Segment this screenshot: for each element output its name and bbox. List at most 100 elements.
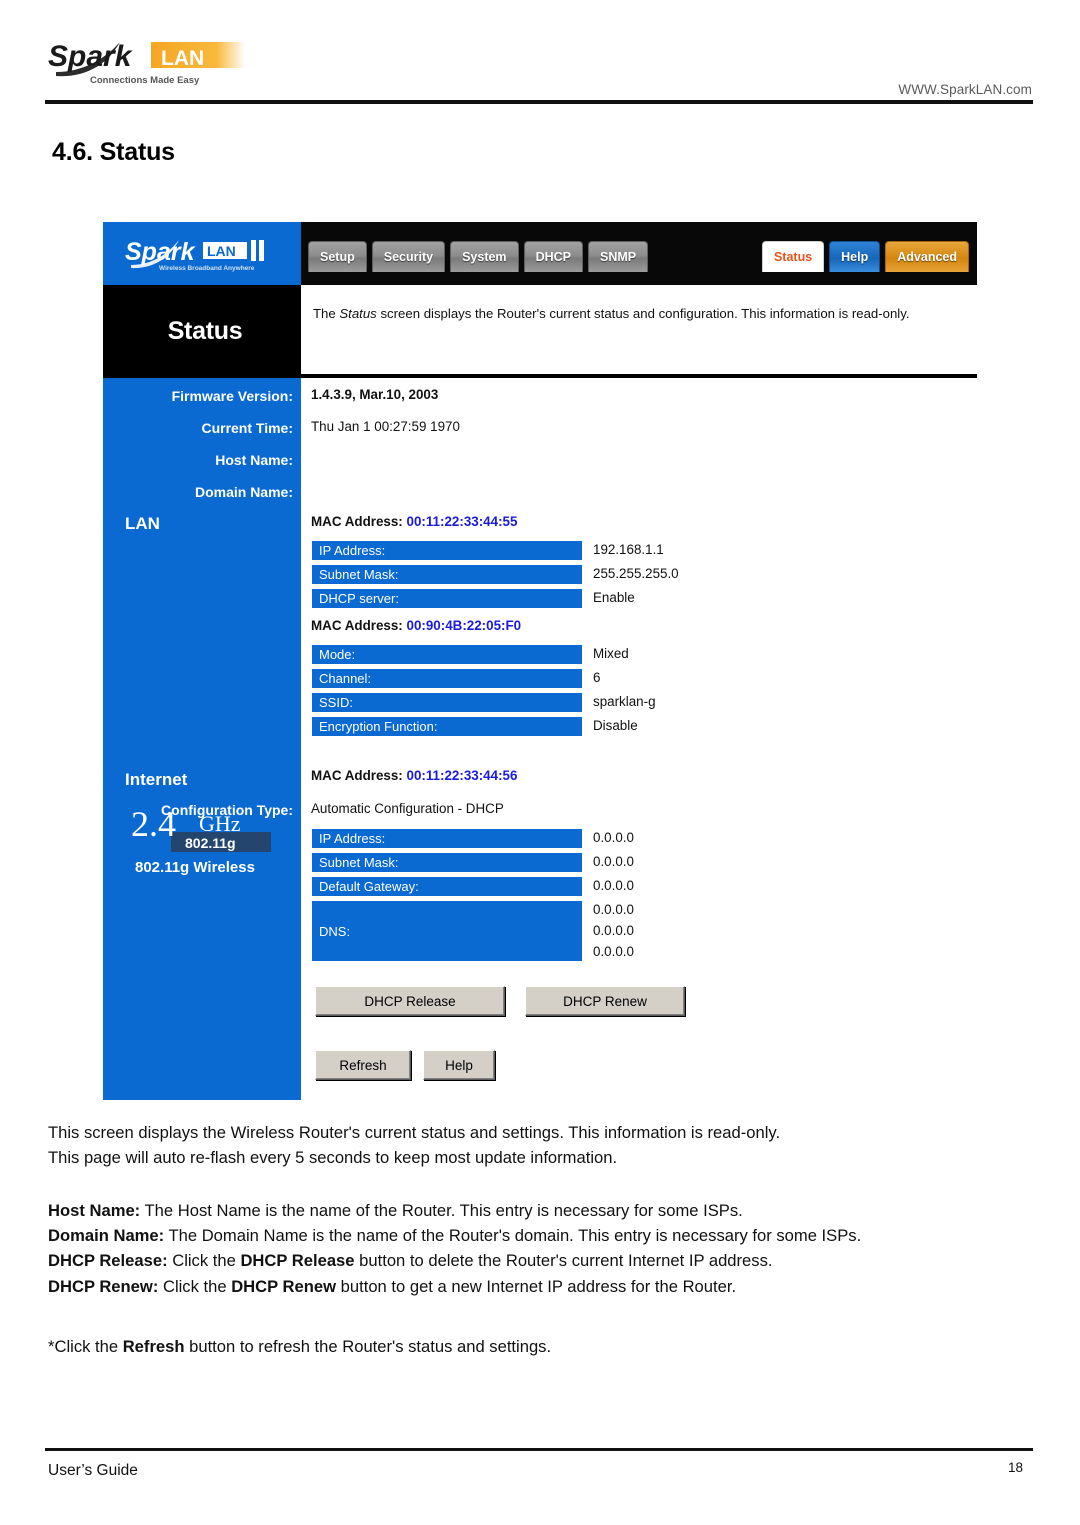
text-dhcp-renew-1: Click the bbox=[158, 1276, 232, 1296]
internet-mac-address: MAC Address: 00:11:22:33:44:56 bbox=[311, 768, 517, 783]
row-wireless-encryption: Encryption Function: bbox=[311, 716, 583, 737]
screen-title-band: Status The Status screen displays the Ro… bbox=[103, 285, 977, 378]
internet-mac-label: MAC Address: bbox=[311, 768, 403, 783]
paragraph-overview: This screen displays the Wireless Router… bbox=[48, 1120, 1036, 1170]
tab-advanced[interactable]: Advanced bbox=[885, 241, 969, 272]
term-dhcp-release: DHCP Release: bbox=[48, 1251, 168, 1271]
svg-text:LAN: LAN bbox=[161, 47, 204, 70]
bold-dhcp-release: DHCP Release bbox=[240, 1251, 355, 1271]
section-heading-internet: Internet bbox=[125, 770, 188, 789]
value-lan-dhcp-server: Enable bbox=[593, 590, 635, 605]
footer-page-number: 18 bbox=[1008, 1460, 1024, 1475]
wireless-mac-label: MAC Address: bbox=[311, 618, 403, 633]
refresh-note-post: button to refresh the Router's status an… bbox=[184, 1337, 552, 1356]
value-lan-subnet-mask: 255.255.255.0 bbox=[593, 566, 679, 581]
svg-text:LAN: LAN bbox=[207, 243, 236, 259]
lan-mac-address: MAC Address: 00:11:22:33:44:55 bbox=[311, 514, 517, 529]
definition-dhcp-release: DHCP Release: Click the DHCP Release but… bbox=[48, 1248, 1036, 1273]
label-configuration-type: Configuration Type: bbox=[161, 802, 293, 818]
section-heading-lan: LAN bbox=[125, 514, 160, 533]
secondary-nav-tabs: Status Help Advanced bbox=[761, 241, 969, 272]
primary-nav-tabs: Setup Security System DHCP SNMP bbox=[308, 241, 649, 272]
term-domain-name: Domain Name: bbox=[48, 1226, 165, 1246]
bold-dhcp-renew: DHCP Renew bbox=[231, 1276, 337, 1296]
row-wireless-channel: Channel: bbox=[311, 668, 583, 689]
bold-refresh: Refresh bbox=[122, 1337, 185, 1356]
row-lan-subnet-mask: Subnet Mask: bbox=[311, 564, 583, 585]
label-firmware-version: Firmware Version: bbox=[171, 388, 293, 404]
lan-mac-value: 00:11:22:33:44:55 bbox=[406, 514, 518, 529]
status-right-column: 1.4.3.9, Mar.10, 2003 Thu Jan 1 00:27:59… bbox=[301, 378, 977, 1100]
router-ui-logo: Spark LAN Wireless Broadband Anywhere bbox=[125, 236, 300, 274]
screen-title: Status bbox=[167, 317, 243, 345]
value-firmware-version: 1.4.3.9, Mar.10, 2003 bbox=[311, 387, 439, 402]
router-navbar: Spark LAN Wireless Broadband Anywhere Se… bbox=[103, 222, 977, 285]
value-wireless-encryption: Disable bbox=[593, 718, 638, 733]
svg-text:Spark: Spark bbox=[125, 238, 196, 266]
value-wireless-channel: 6 bbox=[593, 670, 601, 685]
status-left-column: Firmware Version: Current Time: Host Nam… bbox=[103, 378, 301, 1100]
tab-dhcp[interactable]: DHCP bbox=[523, 241, 583, 272]
tab-security[interactable]: Security bbox=[371, 241, 446, 272]
internet-mac-value: 00:11:22:33:44:56 bbox=[406, 768, 518, 783]
row-internet-ip-address: IP Address: bbox=[311, 828, 583, 849]
footer-divider bbox=[45, 1448, 1033, 1451]
svg-text:Wireless Broadband Anywhere: Wireless Broadband Anywhere bbox=[159, 265, 255, 272]
lan-mac-label: MAC Address: bbox=[311, 514, 403, 529]
definition-dhcp-renew: DHCP Renew: Click the DHCP Renew button … bbox=[48, 1274, 1036, 1299]
screen-title-container: Status bbox=[103, 285, 301, 378]
row-wireless-ssid: SSID: bbox=[311, 692, 583, 713]
router-web-ui-screenshot: Spark LAN Wireless Broadband Anywhere Se… bbox=[103, 222, 977, 1100]
tab-help[interactable]: Help bbox=[829, 241, 881, 272]
wireless-mac-value: 00:90:4B:22:05:F0 bbox=[406, 618, 522, 633]
paragraph-refresh-note: *Click the Refresh button to refresh the… bbox=[48, 1334, 1036, 1359]
screen-description: The Status screen displays the Router's … bbox=[301, 285, 977, 378]
row-lan-dhcp-server: DHCP server: bbox=[311, 588, 583, 609]
description-emphasis: Status bbox=[339, 306, 377, 321]
tab-status[interactable]: Status bbox=[761, 241, 825, 272]
status-body: Firmware Version: Current Time: Host Nam… bbox=[103, 378, 977, 1100]
value-internet-ip-address: 0.0.0.0 bbox=[593, 830, 634, 845]
row-lan-ip-address: IP Address: bbox=[311, 540, 583, 561]
value-internet-default-gateway: 0.0.0.0 bbox=[593, 878, 634, 893]
header-website-url: WWW.SparkLAN.com bbox=[898, 82, 1032, 97]
page-title: 4.6. Status bbox=[52, 138, 175, 166]
value-configuration-type: Automatic Configuration - DHCP bbox=[311, 801, 504, 816]
header-divider bbox=[45, 100, 1033, 104]
value-wireless-mode: Mixed bbox=[593, 646, 629, 661]
value-internet-dns: 0.0.0.0 0.0.0.0 0.0.0.0 bbox=[593, 902, 634, 959]
value-wireless-ssid: sparklan-g bbox=[593, 694, 656, 709]
refresh-note-pre: *Click the bbox=[48, 1337, 123, 1356]
row-internet-subnet-mask: Subnet Mask: bbox=[311, 852, 583, 873]
definition-host-name: Host Name: The Host Name is the name of … bbox=[48, 1198, 1036, 1223]
tab-snmp[interactable]: SNMP bbox=[587, 241, 649, 272]
value-current-time: Thu Jan 1 00:27:59 1970 bbox=[311, 419, 460, 434]
description-pre: The bbox=[313, 306, 340, 321]
dhcp-release-button[interactable]: DHCP Release bbox=[315, 986, 505, 1016]
text-dhcp-release-2: button to delete the Router's current In… bbox=[354, 1251, 773, 1271]
svg-text:802.11g: 802.11g bbox=[185, 835, 236, 851]
page-header: Spark LAN Connections Made Easy WWW.Spar… bbox=[0, 0, 1080, 112]
definition-domain-name: Domain Name: The Domain Name is the name… bbox=[48, 1223, 1036, 1248]
term-dhcp-renew: DHCP Renew: bbox=[48, 1276, 159, 1296]
dhcp-renew-button[interactable]: DHCP Renew bbox=[525, 986, 685, 1016]
label-domain-name: Domain Name: bbox=[194, 484, 293, 500]
wireless-mac-address: MAC Address: 00:90:4B:22:05:F0 bbox=[311, 618, 521, 633]
tab-system[interactable]: System bbox=[450, 241, 519, 272]
label-host-name: Host Name: bbox=[215, 452, 293, 468]
footer-document-name: User’s Guide bbox=[48, 1462, 138, 1479]
refresh-button[interactable]: Refresh bbox=[315, 1050, 411, 1080]
text-host-name: The Host Name is the name of the Router.… bbox=[140, 1201, 743, 1220]
description-post: screen displays the Router's current sta… bbox=[376, 306, 910, 321]
row-internet-dns: DNS: bbox=[311, 900, 583, 962]
value-lan-ip-address: 192.168.1.1 bbox=[593, 542, 664, 557]
overview-line-1: This screen displays the Wireless Router… bbox=[48, 1123, 781, 1142]
value-internet-subnet-mask: 0.0.0.0 bbox=[593, 854, 634, 869]
tab-setup[interactable]: Setup bbox=[308, 241, 367, 272]
sparklan-logo: Spark LAN Connections Made Easy bbox=[48, 38, 263, 86]
help-button[interactable]: Help bbox=[423, 1050, 495, 1080]
term-host-name: Host Name: bbox=[48, 1201, 141, 1220]
row-wireless-mode: Mode: bbox=[311, 644, 583, 665]
overview-line-2: This page will auto re-flash every 5 sec… bbox=[48, 1148, 618, 1168]
text-dhcp-release-1: Click the bbox=[167, 1251, 241, 1271]
